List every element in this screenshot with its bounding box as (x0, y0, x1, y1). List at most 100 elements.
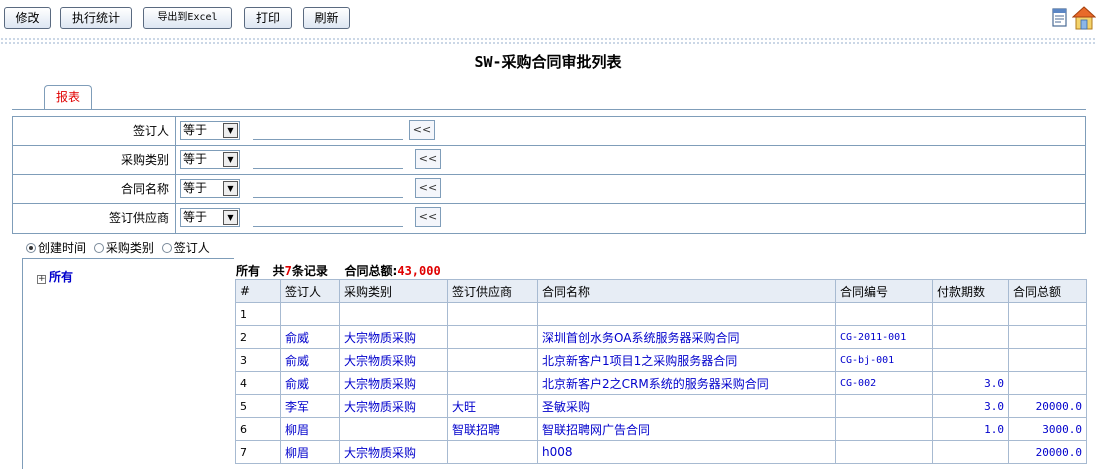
cell-contract-code (835, 302, 933, 326)
cell-contract-name[interactable]: 北京新客户2之CRM系统的服务器采购合同 (537, 371, 836, 395)
cell-contract-total (1008, 325, 1087, 349)
filter-value-input[interactable] (253, 121, 403, 140)
cell-contract-total (1008, 348, 1087, 372)
tab-underline (12, 109, 1086, 110)
edit-button[interactable]: 修改 (4, 7, 51, 29)
summary-count: 7 (284, 264, 292, 278)
cell-contract-code (835, 440, 933, 464)
cell-signer: 俞威 (280, 371, 340, 395)
cell-category: 大宗物质采购 (339, 440, 448, 464)
cell-contract-name[interactable]: 智联招聘网广告合同 (537, 417, 836, 441)
table-row[interactable]: 5 李军 大宗物质采购 大旺 圣敏采购 3.0 20000.0 (235, 394, 1087, 418)
cell-category (339, 417, 448, 441)
cell-payment-periods (932, 325, 1009, 349)
cell-contract-name[interactable]: h008 (537, 440, 836, 464)
cell-contract-name[interactable]: 北京新客户1项目1之采购服务器合同 (537, 348, 836, 372)
document-icon[interactable] (1050, 7, 1070, 29)
cell-index: 3 (235, 348, 281, 372)
column-header[interactable]: 签订供应商 (447, 279, 538, 303)
cell-contract-total: 3000.0 (1008, 417, 1087, 441)
cell-signer (280, 302, 340, 326)
filter-row: 签订供应商 等于 ▼ << (13, 204, 1085, 233)
table-row[interactable]: 4 俞威 大宗物质采购 北京新客户2之CRM系统的服务器采购合同 CG-002 … (235, 371, 1087, 395)
cell-payment-periods: 3.0 (932, 371, 1009, 395)
filter-select-button[interactable]: << (415, 149, 441, 169)
operator-select[interactable]: 等于 ▼ (180, 208, 240, 227)
cell-category (339, 302, 448, 326)
column-header[interactable]: 合同名称 (537, 279, 836, 303)
filter-value-input[interactable] (253, 150, 403, 169)
cell-signer: 俞威 (280, 325, 340, 349)
group-by-options: 创建时间 采购类别 签订人 (26, 239, 214, 255)
print-button[interactable]: 打印 (244, 7, 292, 29)
cell-contract-name[interactable] (537, 302, 836, 326)
cell-contract-name[interactable]: 深圳首创水务OA系统服务器采购合同 (537, 325, 836, 349)
operator-select[interactable]: 等于 ▼ (180, 121, 240, 140)
filter-row: 合同名称 等于 ▼ << (13, 175, 1085, 204)
table-header-row: # 签订人 采购类别 签订供应商 合同名称 合同编号 付款期数 合同总额 (235, 279, 1087, 303)
cell-contract-name[interactable]: 圣敏采购 (537, 394, 836, 418)
cell-payment-periods (932, 302, 1009, 326)
contract-table: # 签订人 采购类别 签订供应商 合同名称 合同编号 付款期数 合同总额 1 2… (235, 279, 1087, 464)
cell-index: 6 (235, 417, 281, 441)
cell-category: 大宗物质采购 (339, 394, 448, 418)
cell-contract-code (835, 394, 933, 418)
cell-contract-total (1008, 302, 1087, 326)
cell-contract-code (835, 417, 933, 441)
cell-category: 大宗物质采购 (339, 348, 448, 372)
refresh-button[interactable]: 刷新 (303, 7, 350, 29)
table-row[interactable]: 1 (235, 302, 1087, 326)
radio-label: 创建时间 (38, 241, 87, 255)
record-summary: 所有 共7条记录 合同总额:43,000 (236, 262, 441, 279)
tree-node-all[interactable]: + 所有 (37, 268, 73, 285)
table-row[interactable]: 2 俞威 大宗物质采购 深圳首创水务OA系统服务器采购合同 CG-2011-00… (235, 325, 1087, 349)
cell-index: 2 (235, 325, 281, 349)
column-header[interactable]: # (235, 279, 281, 303)
chevron-down-icon: ▼ (223, 152, 238, 167)
cell-category: 大宗物质采购 (339, 371, 448, 395)
cell-signer: 李军 (280, 394, 340, 418)
cell-payment-periods: 1.0 (932, 417, 1009, 441)
cell-index: 4 (235, 371, 281, 395)
column-header[interactable]: 合同总额 (1008, 279, 1087, 303)
filter-select-button[interactable]: << (415, 207, 441, 227)
table-row[interactable]: 3 俞威 大宗物质采购 北京新客户1项目1之采购服务器合同 CG-bj-001 (235, 348, 1087, 372)
radio-signer[interactable] (161, 243, 172, 253)
table-row[interactable]: 7 柳眉 大宗物质采购 h008 20000.0 (235, 440, 1087, 464)
chevron-down-icon: ▼ (223, 123, 238, 138)
filter-value-input[interactable] (253, 179, 403, 198)
column-header[interactable]: 签订人 (280, 279, 340, 303)
export-excel-button[interactable]: 导出到Excel (143, 7, 232, 29)
radio-label: 采购类别 (105, 241, 154, 255)
filter-select-button[interactable]: << (409, 120, 435, 140)
column-header[interactable]: 采购类别 (339, 279, 448, 303)
cell-contract-total: 20000.0 (1008, 394, 1087, 418)
cell-payment-periods: 3.0 (932, 394, 1009, 418)
summary-total-value: 43,000 (397, 264, 441, 278)
filter-select-button[interactable]: << (415, 178, 441, 198)
column-header[interactable]: 合同编号 (835, 279, 933, 303)
filter-label: 采购类别 (13, 146, 176, 174)
operator-value: 等于 (183, 123, 208, 137)
chevron-down-icon: ▼ (223, 181, 238, 196)
radio-purchase-category[interactable] (93, 243, 104, 253)
run-stats-button[interactable]: 执行统计 (60, 7, 132, 29)
expand-icon[interactable]: + (37, 275, 46, 284)
cell-signer: 柳眉 (280, 440, 340, 464)
tree-node-label: 所有 (49, 270, 74, 284)
summary-total-label: 合同总额: (344, 264, 398, 278)
cell-payment-periods (932, 440, 1009, 464)
radio-create-time[interactable] (26, 243, 36, 253)
cell-signer: 俞威 (280, 348, 340, 372)
operator-select[interactable]: 等于 ▼ (180, 150, 240, 169)
chevron-down-icon: ▼ (223, 210, 238, 225)
operator-select[interactable]: 等于 ▼ (180, 179, 240, 198)
home-icon[interactable] (1072, 5, 1096, 31)
cell-category: 大宗物质采购 (339, 325, 448, 349)
tab-report[interactable]: 报表 (44, 85, 92, 110)
cell-contract-code: CG-2011-001 (835, 325, 933, 349)
filter-value-input[interactable] (253, 208, 403, 227)
table-row[interactable]: 6 柳眉 智联招聘 智联招聘网广告合同 1.0 3000.0 (235, 417, 1087, 441)
column-header[interactable]: 付款期数 (932, 279, 1009, 303)
filter-label: 签订人 (13, 117, 176, 145)
